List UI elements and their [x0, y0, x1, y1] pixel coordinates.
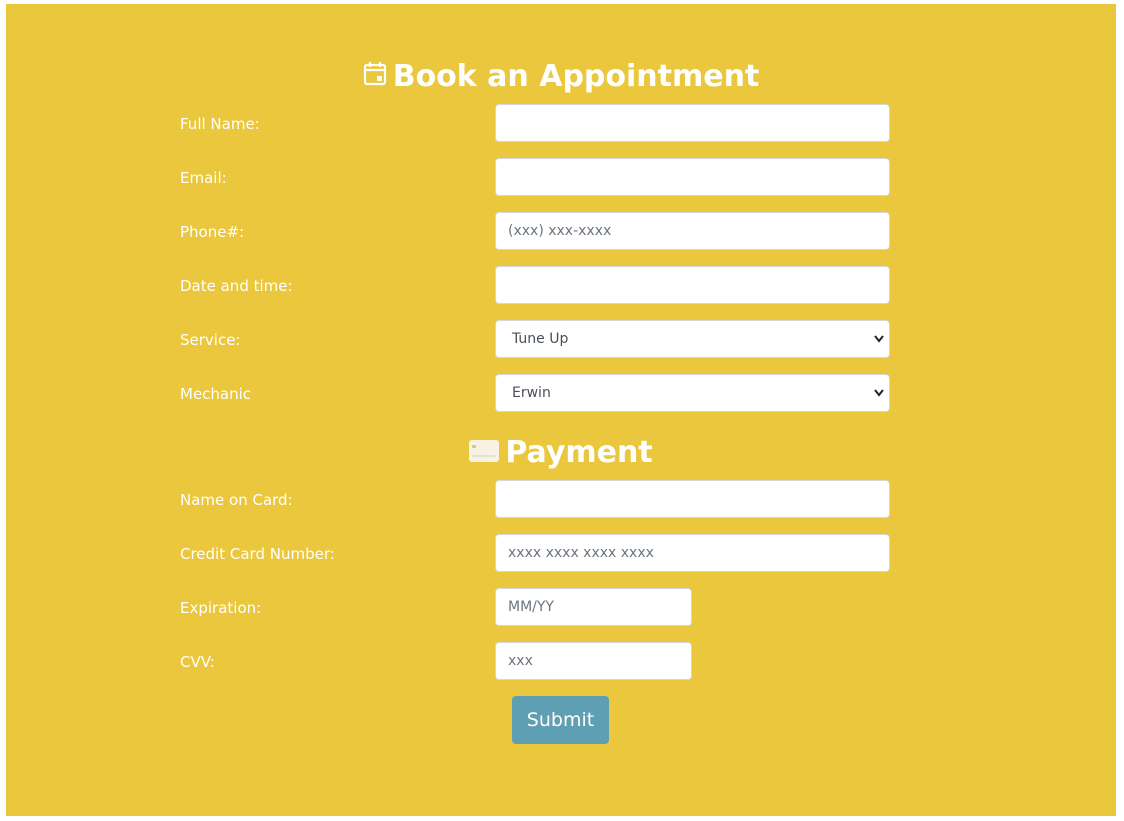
full-name-field[interactable] [495, 104, 890, 142]
cvv-placeholder: xxx [508, 653, 533, 669]
page-title: Book an Appointment [392, 58, 760, 94]
expiration-placeholder: MM/YY [508, 599, 554, 615]
mechanic-label: Mechanic [180, 385, 252, 403]
payment-heading: Payment [6, 432, 1116, 473]
phone-field[interactable]: (xxx) xxx-xxxx [495, 212, 890, 250]
chevron-down-icon [873, 321, 885, 372]
service-select[interactable]: Tune Up [495, 320, 890, 358]
datetime-field[interactable] [495, 266, 890, 304]
service-selected: Tune Up [512, 331, 569, 347]
credit-card-icon [469, 433, 500, 473]
phone-label: Phone#: [180, 223, 245, 241]
card-number-field[interactable]: xxxx xxxx xxxx xxxx [495, 534, 890, 572]
email-label: Email: [180, 169, 227, 187]
email-field[interactable] [495, 158, 890, 196]
name-on-card-field[interactable] [495, 480, 890, 518]
name-on-card-label: Name on Card: [180, 491, 293, 509]
appointment-heading: Book an Appointment [6, 56, 1116, 97]
card-number-placeholder: xxxx xxxx xxxx xxxx [508, 545, 654, 561]
expiration-field[interactable]: MM/YY [495, 588, 692, 626]
full-name-label: Full Name: [180, 115, 260, 133]
appointment-panel: Book an Appointment Full Name: Email: Ph… [6, 4, 1116, 816]
submit-button[interactable]: Submit [512, 696, 609, 744]
calendar-icon [363, 57, 387, 97]
payment-title: Payment [505, 434, 653, 470]
chevron-down-icon [873, 375, 885, 426]
datetime-label: Date and time: [180, 277, 293, 295]
expiration-label: Expiration: [180, 599, 262, 617]
phone-placeholder: (xxx) xxx-xxxx [508, 223, 612, 239]
card-number-label: Credit Card Number: [180, 545, 335, 563]
mechanic-select[interactable]: Erwin [495, 374, 890, 412]
cvv-label: CVV: [180, 653, 215, 671]
cvv-field[interactable]: xxx [495, 642, 692, 680]
mechanic-selected: Erwin [512, 385, 551, 401]
service-label: Service: [180, 331, 241, 349]
